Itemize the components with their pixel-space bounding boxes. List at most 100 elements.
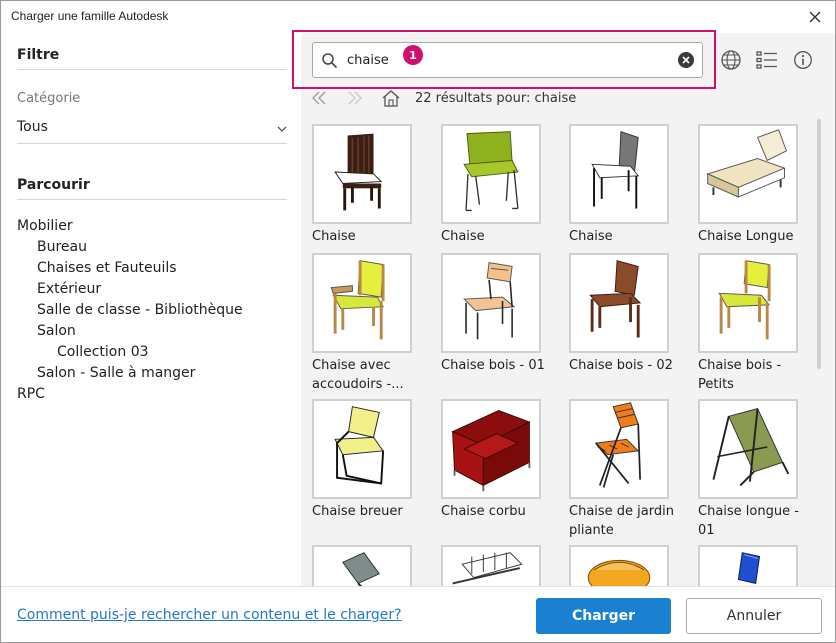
family-card[interactable]: [569, 545, 679, 586]
family-name: Chaise: [312, 229, 356, 244]
family-card[interactable]: Chaise: [441, 124, 551, 246]
load-button[interactable]: Charger: [536, 598, 671, 634]
scrollbar[interactable]: [817, 119, 821, 369]
family-card[interactable]: Chaise de jardin pliante: [569, 399, 679, 540]
family-thumbnail[interactable]: [569, 253, 669, 353]
tree-item[interactable]: RPC: [17, 386, 45, 402]
family-card[interactable]: Chaise longue - 01: [698, 399, 808, 540]
window-title: Charger une famille Autodesk: [11, 9, 169, 23]
tree-item[interactable]: Collection 03: [57, 344, 149, 360]
chaise-longue-icon: [700, 124, 796, 224]
filter-heading: Filtre: [17, 47, 60, 63]
info-icon[interactable]: [791, 48, 815, 72]
chair-breuer-icon: [314, 399, 410, 499]
family-thumbnail[interactable]: [312, 545, 412, 586]
divider: [17, 199, 287, 200]
family-name: Chaise bois - Petits: [698, 358, 782, 392]
family-name: Chaise bois - 02: [569, 358, 673, 373]
family-thumbnail[interactable]: [569, 124, 669, 224]
search-input[interactable]: chaise: [312, 42, 703, 78]
navigation-row: 22 résultats pour: chaise: [301, 85, 835, 111]
armchair-yellow-icon: [314, 253, 410, 353]
tree-item[interactable]: Bureau: [37, 239, 87, 255]
close-icon[interactable]: [803, 5, 827, 29]
tree-item[interactable]: Salon - Salle à manger: [37, 365, 195, 381]
family-name: Chaise bois - 01: [441, 358, 545, 373]
family-name: Chaise de jardin pliante: [569, 504, 674, 538]
family-card[interactable]: [312, 545, 422, 586]
globe-icon[interactable]: [719, 48, 743, 72]
family-thumbnail[interactable]: [698, 399, 798, 499]
title-bar: Charger une famille Autodesk: [1, 1, 835, 33]
family-thumbnail[interactable]: [441, 399, 541, 499]
family-name: Chaise: [569, 229, 613, 244]
family-name: Chaise longue - 01: [698, 504, 799, 538]
family-thumbnail[interactable]: [441, 545, 541, 586]
family-card[interactable]: Chaise breuer: [312, 399, 422, 521]
family-name: Chaise corbu: [441, 504, 526, 519]
family-thumbnail[interactable]: [312, 399, 412, 499]
back-icon[interactable]: [309, 88, 329, 108]
load-family-dialog: Charger une famille Autodesk Filtre Caté…: [0, 0, 836, 643]
chair-partial-blue-icon: [700, 545, 796, 586]
clear-search-icon[interactable]: [678, 52, 694, 68]
family-thumbnail[interactable]: [441, 253, 541, 353]
chair-corbu-icon: [443, 399, 539, 499]
chair-wood-small-icon: [700, 253, 796, 353]
chair-green-metal-icon: [443, 124, 539, 224]
forward-icon[interactable]: [345, 88, 365, 108]
family-card[interactable]: Chaise avec accoudoirs -...: [312, 253, 422, 394]
chair-wood-02-icon: [571, 253, 667, 353]
chair-wood-01-icon: [443, 253, 539, 353]
family-card[interactable]: Chaise: [569, 124, 679, 246]
tree-item[interactable]: Salle de classe - Bibliothèque: [37, 302, 243, 318]
family-thumbnail[interactable]: [698, 124, 798, 224]
chevron-down-icon: [277, 122, 287, 137]
results-grid: Chaise Chaise Chaise Chaise Longue Chaise av…: [301, 123, 813, 586]
home-icon[interactable]: [381, 88, 401, 108]
tree-item[interactable]: Extérieur: [37, 281, 101, 297]
family-card[interactable]: Chaise bois - 01: [441, 253, 551, 375]
family-card[interactable]: Chaise: [312, 124, 422, 246]
category-value: Tous: [17, 119, 48, 135]
step-badge: 1: [403, 45, 423, 65]
family-card[interactable]: Chaise corbu: [441, 399, 551, 521]
tree-item[interactable]: Chaises et Fauteuils: [37, 260, 177, 276]
category-select[interactable]: Tous: [17, 117, 287, 139]
chair-dark-wood-icon: [314, 124, 410, 224]
divider: [17, 69, 287, 70]
family-thumbnail[interactable]: [569, 399, 669, 499]
results-panel: chaise 1 22 résultats pour: chaise Chais…: [292, 30, 835, 586]
family-name: Chaise avec accoudoirs -...: [312, 358, 404, 392]
family-name: Chaise Longue: [698, 229, 794, 244]
family-thumbnail[interactable]: [698, 545, 798, 586]
deck-chair-icon: [700, 399, 796, 499]
family-thumbnail[interactable]: [441, 124, 541, 224]
family-thumbnail[interactable]: [569, 545, 669, 586]
family-name: Chaise: [441, 229, 485, 244]
category-label: Catégorie: [17, 91, 81, 106]
help-link[interactable]: Comment puis-je rechercher un contenu et…: [17, 607, 402, 623]
bench-partial-icon: [443, 545, 539, 586]
family-card[interactable]: [698, 545, 808, 586]
family-thumbnail[interactable]: [312, 124, 412, 224]
tree-item[interactable]: Mobilier: [17, 218, 73, 234]
tree-item[interactable]: Salon: [37, 323, 76, 339]
family-card[interactable]: Chaise Longue: [698, 124, 808, 246]
filter-sidebar: Filtre Catégorie Tous Parcourir Mobilier…: [1, 33, 301, 586]
chair-grey-white-icon: [571, 124, 667, 224]
divider: [17, 143, 287, 144]
family-card[interactable]: [441, 545, 551, 586]
dialog-footer: Comment puis-je rechercher un contenu et…: [1, 586, 835, 642]
folding-garden-chair-icon: [571, 399, 667, 499]
list-view-icon[interactable]: [755, 48, 779, 72]
cancel-button[interactable]: Annuler: [686, 598, 822, 634]
family-thumbnail[interactable]: [312, 253, 412, 353]
family-thumbnail[interactable]: [698, 253, 798, 353]
chair-partial-grey-icon: [314, 545, 410, 586]
family-card[interactable]: Chaise bois - 02: [569, 253, 679, 375]
family-name: Chaise breuer: [312, 504, 403, 519]
search-value: chaise: [347, 53, 389, 68]
family-card[interactable]: Chaise bois - Petits: [698, 253, 808, 394]
chair-partial-orange-icon: [571, 545, 667, 586]
